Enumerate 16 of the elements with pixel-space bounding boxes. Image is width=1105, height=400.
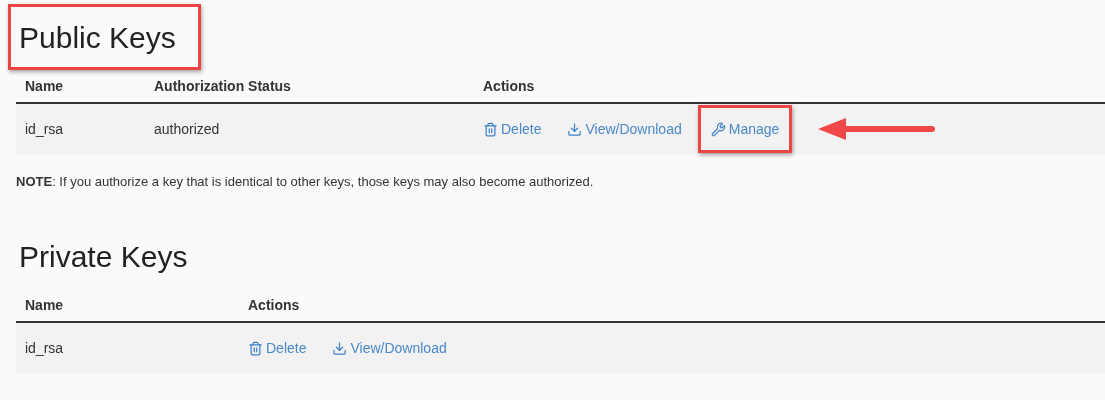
download-icon bbox=[567, 121, 583, 137]
download-icon bbox=[332, 340, 348, 356]
section-title: Public Keys bbox=[8, 4, 201, 70]
section-title: Private Keys bbox=[18, 239, 189, 275]
delete-link[interactable]: Delete bbox=[483, 121, 542, 137]
wrench-icon bbox=[710, 121, 726, 137]
manage-link[interactable]: Manage bbox=[697, 105, 793, 153]
download-link[interactable]: View/Download bbox=[567, 121, 682, 137]
delete-link[interactable]: Delete bbox=[248, 340, 307, 356]
table-cell: id_rsa bbox=[25, 340, 64, 356]
trash-icon bbox=[483, 121, 498, 137]
download-link[interactable]: View/Download bbox=[332, 340, 447, 356]
table-cell: authorized bbox=[154, 121, 220, 137]
table-cell: id_rsa bbox=[25, 121, 64, 137]
note-text: NOTE: If you authorize a key that is identical to other keys, those keys may also become authorized. bbox=[16, 174, 595, 189]
trash-icon bbox=[248, 340, 263, 356]
